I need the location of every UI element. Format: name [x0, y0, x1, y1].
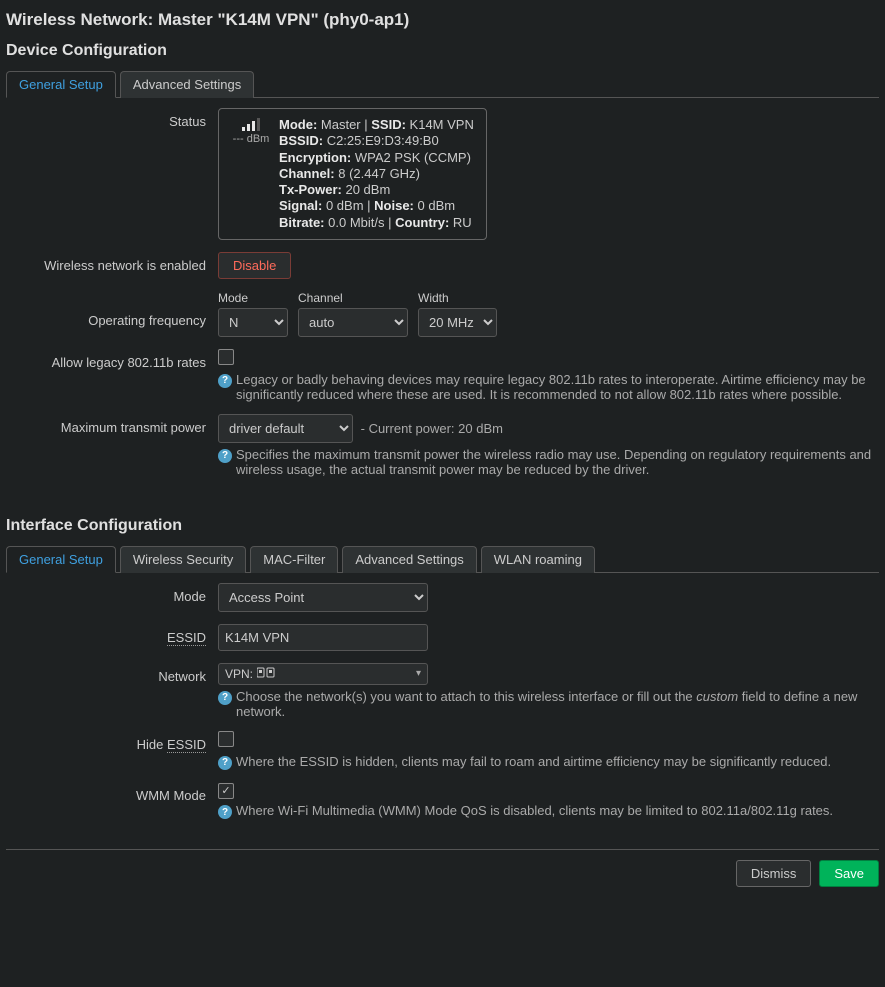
help-icon: ? — [218, 691, 232, 705]
tab-device-general[interactable]: General Setup — [6, 71, 116, 98]
mode-select[interactable]: Access Point — [218, 583, 428, 612]
freq-width-select[interactable]: 20 MHz — [418, 308, 497, 337]
freq-channel-label: Channel — [298, 291, 408, 305]
tab-iface-security[interactable]: Wireless Security — [120, 546, 246, 573]
txpower-select[interactable]: driver default — [218, 414, 353, 443]
dialog-footer: Dismiss Save — [6, 849, 879, 887]
help-icon: ? — [218, 449, 232, 463]
status-details: Mode: Master | SSID: K14M VPN BSSID: C2:… — [279, 117, 474, 231]
operating-frequency-label: Operating frequency — [6, 291, 218, 328]
freq-width-label: Width — [418, 291, 497, 305]
tab-device-advanced[interactable]: Advanced Settings — [120, 71, 254, 98]
network-row: Network VPN: ▾ ? Choose the network(s) y… — [6, 663, 879, 719]
tab-iface-advanced[interactable]: Advanced Settings — [342, 546, 476, 573]
status-box: --- dBm Mode: Master | SSID: K14M VPN BS… — [218, 108, 487, 240]
mode-row: Mode Access Point — [6, 583, 879, 612]
device-config-heading: Device Configuration — [6, 42, 879, 60]
freq-mode-select[interactable]: N — [218, 308, 288, 337]
txpower-help: Specifies the maximum transmit power the… — [236, 447, 879, 477]
network-select[interactable]: VPN: ▾ — [218, 663, 428, 685]
enabled-row: Wireless network is enabled Disable — [6, 252, 879, 279]
signal-dbm: --- dBm — [233, 133, 270, 145]
wmm-checkbox[interactable] — [218, 783, 234, 799]
wmm-row: WMM Mode ? Where Wi-Fi Multimedia (WMM) … — [6, 782, 879, 820]
status-row: Status --- dBm Mode: Master | SSID: K14M… — [6, 108, 879, 240]
txpower-current: - Current power: 20 dBm — [361, 421, 503, 436]
legacy-row: Allow legacy 802.11b rates ? Legacy or b… — [6, 349, 879, 402]
dismiss-button[interactable]: Dismiss — [736, 860, 812, 887]
interface-tabs: General Setup Wireless Security MAC-Filt… — [6, 545, 879, 573]
hide-essid-row: Hide ESSID ? Where the ESSID is hidden, … — [6, 731, 879, 770]
network-help: Choose the network(s) you want to attach… — [236, 689, 879, 719]
disable-button[interactable]: Disable — [218, 252, 291, 279]
txpower-label: Maximum transmit power — [6, 414, 218, 435]
freq-channel-select[interactable]: auto — [298, 308, 408, 337]
save-button[interactable]: Save — [819, 860, 879, 887]
essid-row: ESSID — [6, 624, 879, 651]
txpower-row: Maximum transmit power driver default - … — [6, 414, 879, 477]
legacy-help: Legacy or badly behaving devices may req… — [236, 372, 879, 402]
help-icon: ? — [218, 756, 232, 770]
legacy-checkbox[interactable] — [218, 349, 234, 365]
essid-label: ESSID — [6, 624, 218, 645]
tab-iface-mac[interactable]: MAC-Filter — [250, 546, 338, 573]
essid-input[interactable] — [218, 624, 428, 651]
freq-mode-label: Mode — [218, 291, 288, 305]
enabled-label: Wireless network is enabled — [6, 252, 218, 273]
status-label: Status — [6, 108, 218, 129]
tab-iface-general[interactable]: General Setup — [6, 546, 116, 573]
operating-frequency-row: Operating frequency Mode N Channel auto … — [6, 291, 879, 337]
wmm-help: Where Wi-Fi Multimedia (WMM) Mode QoS is… — [236, 803, 879, 818]
interface-config-heading: Interface Configuration — [6, 517, 879, 535]
signal-bars-icon — [242, 117, 260, 131]
mode-label: Mode — [6, 583, 218, 604]
hide-essid-help: Where the ESSID is hidden, clients may f… — [236, 754, 879, 769]
wmm-label: WMM Mode — [6, 782, 218, 803]
device-tabs: General Setup Advanced Settings — [6, 70, 879, 98]
page-title: Wireless Network: Master "K14M VPN" (phy… — [6, 10, 879, 30]
network-pill-text: VPN: — [225, 667, 253, 681]
hide-essid-label: Hide ESSID — [6, 731, 218, 752]
network-label: Network — [6, 663, 218, 684]
network-port-icon — [257, 667, 275, 681]
help-icon: ? — [218, 374, 232, 388]
help-icon: ? — [218, 805, 232, 819]
hide-essid-checkbox[interactable] — [218, 731, 234, 747]
tab-iface-roaming[interactable]: WLAN roaming — [481, 546, 595, 573]
legacy-label: Allow legacy 802.11b rates — [6, 349, 218, 370]
chevron-down-icon: ▾ — [416, 668, 421, 679]
